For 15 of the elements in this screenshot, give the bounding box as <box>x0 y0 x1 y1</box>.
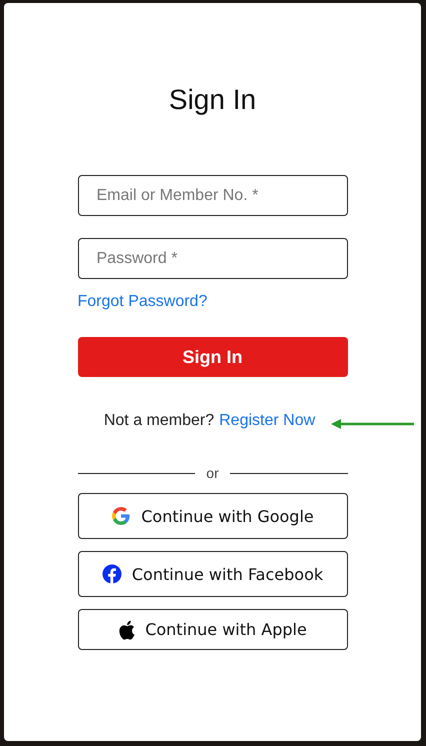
register-link[interactable]: Register Now <box>219 412 316 430</box>
google-icon <box>111 506 132 526</box>
google-sign-in-button[interactable]: Continue with Google <box>78 493 348 539</box>
email-field[interactable]: Email or Member No. * <box>78 175 348 216</box>
apple-icon <box>118 620 136 640</box>
divider-label: or <box>206 465 219 481</box>
register-prompt: Not a member? <box>104 412 214 430</box>
apple-sign-in-button[interactable]: Continue with Apple <box>78 609 348 650</box>
password-field[interactable]: Password * <box>78 238 348 279</box>
sign-in-button[interactable]: Sign In <box>78 337 348 377</box>
facebook-icon <box>102 564 122 584</box>
page-title: Sign In <box>168 83 256 117</box>
annotation-arrow-icon <box>330 417 416 431</box>
facebook-sign-in-button[interactable]: Continue with Facebook <box>78 551 348 597</box>
forgot-password-link[interactable]: Forgot Password? <box>78 293 208 311</box>
